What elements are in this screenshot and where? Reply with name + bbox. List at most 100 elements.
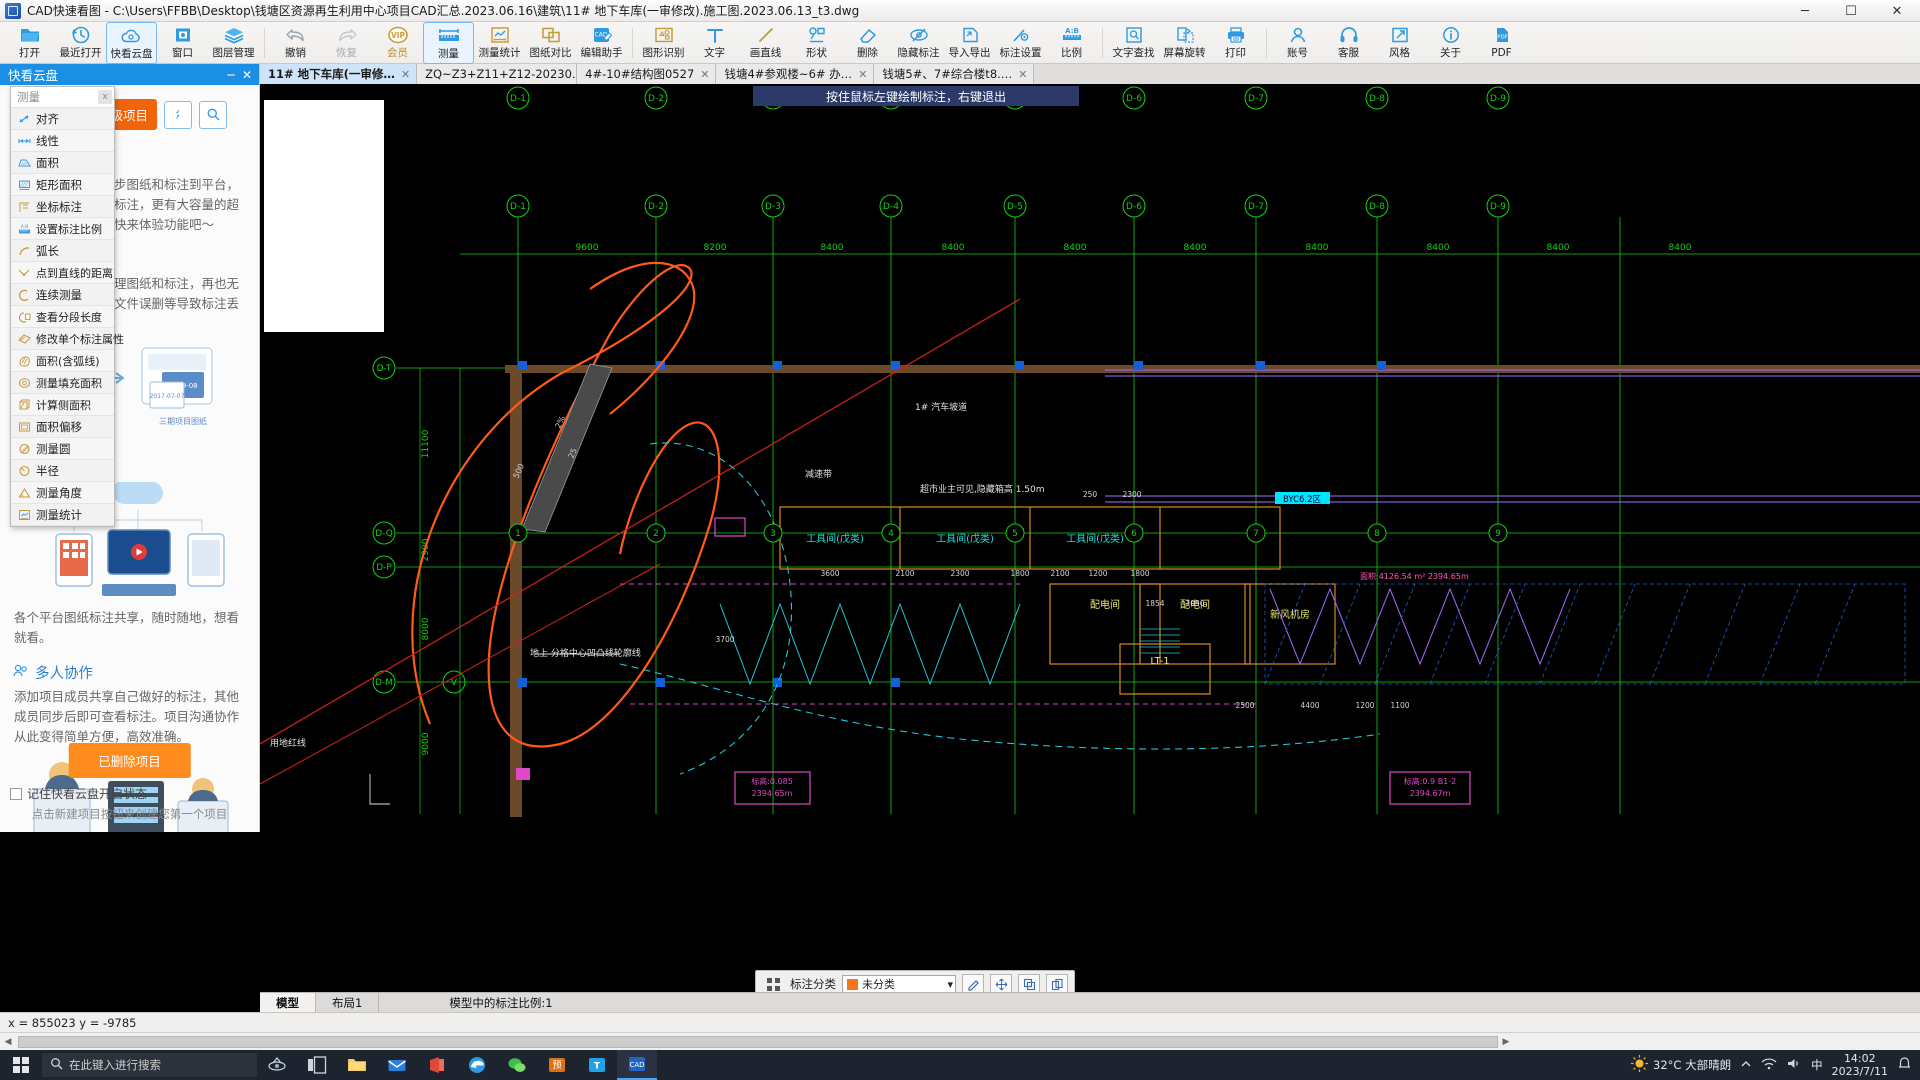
minimize-button[interactable]: ─ bbox=[1782, 0, 1828, 22]
taskbar-wechat-icon[interactable] bbox=[497, 1050, 537, 1080]
panel-minimize-button[interactable]: ─ bbox=[223, 68, 239, 82]
chevron-up-icon[interactable] bbox=[1740, 1058, 1752, 1073]
tool-recent-open[interactable]: 最近打开 bbox=[55, 22, 106, 64]
horizontal-scrollbar[interactable]: ◀ ▶ bbox=[0, 1032, 1920, 1050]
doc-tab-2[interactable]: 4#-10#结构图0527 ✕ bbox=[577, 64, 717, 84]
menu-item-area-with-arc[interactable]: 面积(含弧线) bbox=[11, 350, 114, 372]
tool-undo[interactable]: 撤销 bbox=[270, 22, 321, 64]
move-cross-icon[interactable] bbox=[990, 974, 1012, 994]
tool-measure[interactable]: 测量 bbox=[423, 22, 474, 64]
taskbar-weather[interactable]: 32°C 大部晴朗 bbox=[1631, 1055, 1731, 1075]
model-tab[interactable]: 模型 bbox=[260, 993, 316, 1012]
menu-item-rect-area[interactable]: 矩形面积 bbox=[11, 174, 114, 196]
taskbar-task-view-icon[interactable] bbox=[297, 1050, 337, 1080]
annotation-category-select[interactable]: 未分类 ▾ bbox=[842, 974, 956, 994]
tool-shapes[interactable]: 形状 bbox=[791, 22, 842, 64]
menu-item-measure-circle[interactable]: 测量圆 bbox=[11, 438, 114, 460]
menu-item-point-to-line[interactable]: 点到直线的距离 bbox=[11, 262, 114, 284]
taskbar-tim-icon[interactable]: T bbox=[577, 1050, 617, 1080]
tool-window[interactable]: 窗口 bbox=[157, 22, 208, 64]
deleted-projects-button[interactable]: 已删除项目 bbox=[68, 743, 191, 778]
tool-redo[interactable]: 恢复 bbox=[321, 22, 372, 64]
windows-start-icon[interactable] bbox=[0, 1057, 42, 1073]
close-icon[interactable]: ✕ bbox=[858, 68, 867, 81]
tool-measure-stats[interactable]: 测量统计 bbox=[474, 22, 525, 64]
maximize-button[interactable]: ☐ bbox=[1828, 0, 1874, 22]
copy-icon[interactable] bbox=[1018, 974, 1040, 994]
tool-shape-recognize[interactable]: 图形识别 bbox=[638, 22, 689, 64]
tool-delete[interactable]: 删除 bbox=[842, 22, 893, 64]
tool-text-search[interactable]: 文字查找 bbox=[1108, 22, 1159, 64]
tool-screen-rotate[interactable]: 屏幕旋转 bbox=[1159, 22, 1210, 64]
taskbar-cad-app-icon[interactable]: CAD bbox=[617, 1050, 657, 1080]
menu-item-segment-length[interactable]: 查看分段长度 bbox=[11, 306, 114, 328]
notification-icon[interactable] bbox=[1897, 1056, 1912, 1074]
doc-tab-3[interactable]: 钱塘4#参观楼~6# 办… ✕ bbox=[716, 64, 875, 84]
menu-item-side-area[interactable]: 计算侧面积 bbox=[11, 394, 114, 416]
close-icon[interactable]: ✕ bbox=[1018, 68, 1027, 81]
taskbar-file-explorer-icon[interactable] bbox=[337, 1050, 377, 1080]
taskbar-search-box[interactable]: 在此键入进行搜索 bbox=[42, 1053, 257, 1077]
tool-print[interactable]: 打印 bbox=[1210, 22, 1261, 64]
menu-item-fill-area[interactable]: 测量填充面积 bbox=[11, 372, 114, 394]
tool-compare-drawings[interactable]: 图纸对比 bbox=[525, 22, 576, 64]
tool-support[interactable]: 客服 bbox=[1323, 22, 1374, 64]
search-icon[interactable] bbox=[199, 100, 228, 129]
close-icon[interactable]: ✕ bbox=[700, 68, 709, 81]
menu-item-continuous[interactable]: 连续测量 bbox=[11, 284, 114, 306]
tool-scale[interactable]: A:B 比例 bbox=[1046, 22, 1097, 64]
menu-item-measure-angle[interactable]: 测量角度 bbox=[11, 482, 114, 504]
menu-item-area[interactable]: 面积 bbox=[11, 152, 114, 174]
menu-item-linear[interactable]: 线性 bbox=[11, 130, 114, 152]
scroll-right-arrow-icon[interactable]: ▶ bbox=[1498, 1037, 1514, 1047]
tool-about[interactable]: 关于 bbox=[1425, 22, 1476, 64]
ime-icon[interactable]: 中 bbox=[1811, 1057, 1823, 1073]
network-icon[interactable] bbox=[1761, 1057, 1777, 1073]
tool-import-export[interactable]: 导入导出 bbox=[944, 22, 995, 64]
tool-cloud-disk[interactable]: 快看云盘 bbox=[106, 22, 157, 64]
close-button[interactable]: ✕ bbox=[1874, 0, 1920, 22]
menu-item-arc-length[interactable]: 弧长 bbox=[11, 240, 114, 262]
taskbar-office-icon[interactable] bbox=[417, 1050, 457, 1080]
volume-icon[interactable] bbox=[1786, 1057, 1802, 1073]
scrollbar-thumb[interactable] bbox=[18, 1035, 1498, 1048]
tool-layer-manager[interactable]: 图层管理 bbox=[208, 22, 259, 64]
tool-open[interactable]: 打开 bbox=[4, 22, 55, 64]
tool-hide-annotation[interactable]: 隐藏标注 bbox=[893, 22, 944, 64]
tool-edit-assistant[interactable]: CAD 编辑助手 bbox=[576, 22, 627, 64]
menu-item-align[interactable]: 对齐 bbox=[11, 108, 114, 130]
taskbar-clock[interactable]: 14:02 2023/7/11 bbox=[1832, 1052, 1888, 1078]
close-icon[interactable]: ✕ bbox=[401, 68, 410, 81]
edit-pencil-icon[interactable] bbox=[962, 974, 984, 994]
remember-state-checkbox[interactable]: 记住快看云盘开启状态 bbox=[10, 785, 147, 802]
menu-item-edit-annotation[interactable]: 修改单个标注属性 bbox=[11, 328, 124, 350]
chevron-down-icon[interactable]: ▾ bbox=[947, 978, 953, 991]
doc-tab-4[interactable]: 钱塘5#、7#综合楼t8.… ✕ bbox=[874, 64, 1035, 84]
menu-item-set-scale[interactable]: A:B 设置标注比例 bbox=[11, 218, 114, 240]
tool-draw-line[interactable]: 画直线 bbox=[740, 22, 791, 64]
menu-item-measure-stats[interactable]: 测量统计 bbox=[11, 504, 114, 526]
panel-close-button[interactable]: ✕ bbox=[239, 68, 255, 82]
menu-item-radius[interactable]: 半径 bbox=[11, 460, 114, 482]
tool-pdf[interactable]: PDF PDF bbox=[1476, 22, 1527, 64]
checkbox-box[interactable] bbox=[10, 787, 22, 800]
tool-text[interactable]: 文字 bbox=[689, 22, 740, 64]
menu-item-coordinate[interactable]: 坐标标注 bbox=[11, 196, 114, 218]
grid-icon[interactable] bbox=[762, 974, 784, 994]
taskbar-mail-icon[interactable] bbox=[377, 1050, 417, 1080]
taskbar-cortana-icon[interactable] bbox=[257, 1050, 297, 1080]
cad-drawing-canvas[interactable]: D-1D-2D-3 D-4D-5D-6 D-7D-8D-9 D-1D-2D-3 … bbox=[260, 84, 1920, 1036]
layout1-tab[interactable]: 布局1 bbox=[316, 993, 380, 1012]
tool-style[interactable]: 风格 bbox=[1374, 22, 1425, 64]
taskbar-edge-browser-icon[interactable] bbox=[457, 1050, 497, 1080]
tool-account[interactable]: 账号 bbox=[1272, 22, 1323, 64]
tool-annotation-settings[interactable]: 标注设置 bbox=[995, 22, 1046, 64]
doc-tab-1[interactable]: ZQ~Z3+Z11+Z12-20230… ✕ bbox=[417, 64, 578, 84]
duplicate-icon[interactable] bbox=[1046, 974, 1068, 994]
tool-vip-member[interactable]: VIP 会员 bbox=[372, 22, 423, 64]
taskbar-preview-app-icon[interactable]: 预 bbox=[537, 1050, 577, 1080]
close-icon[interactable]: x bbox=[98, 90, 112, 104]
refresh-icon[interactable] bbox=[164, 100, 193, 129]
scroll-left-arrow-icon[interactable]: ◀ bbox=[0, 1037, 16, 1047]
doc-tab-0[interactable]: 11# 地下车库(一审修… ✕ bbox=[260, 64, 418, 84]
